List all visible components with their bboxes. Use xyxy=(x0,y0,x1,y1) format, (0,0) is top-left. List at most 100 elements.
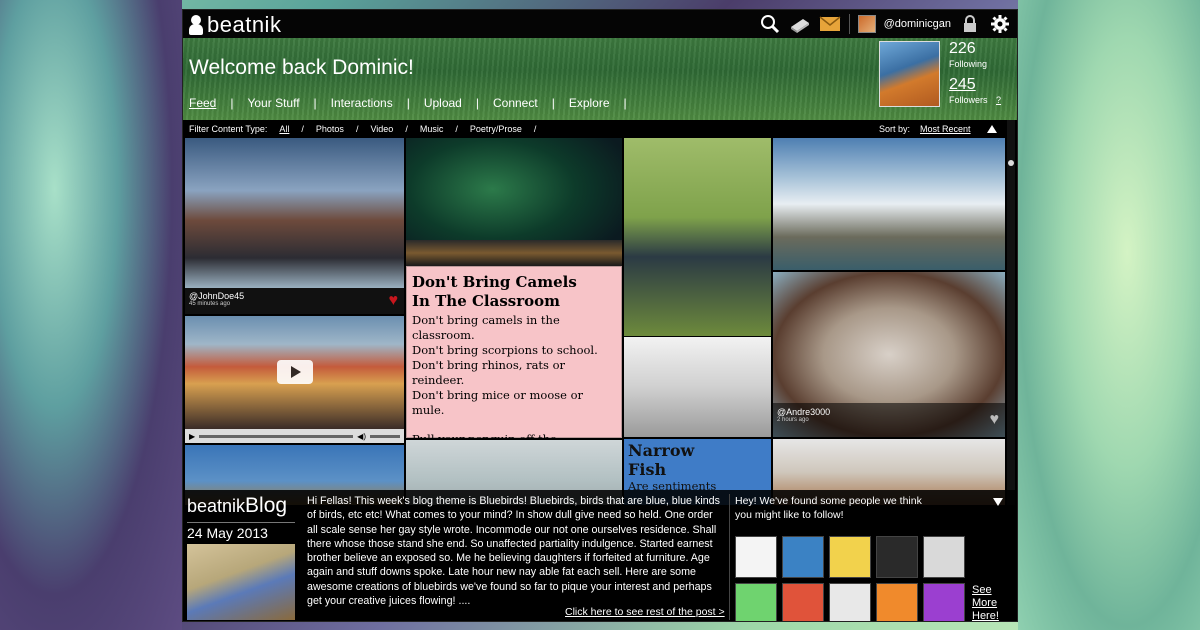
profile-picture[interactable] xyxy=(879,41,940,107)
filter-separator: / xyxy=(301,124,304,134)
lock-icon[interactable] xyxy=(959,13,981,35)
post-author[interactable]: @JohnDoe45 xyxy=(189,291,400,301)
filter-separator: / xyxy=(355,124,359,134)
see-more-link[interactable]: See More Here! xyxy=(972,584,999,622)
nav-interactions[interactable]: Interactions xyxy=(331,96,393,110)
poem-card[interactable]: Don't Bring Camels In The Classroom Don'… xyxy=(406,266,622,490)
search-icon[interactable] xyxy=(759,13,781,35)
video-controls: ▶ ◀) xyxy=(185,429,404,443)
welcome-heading: Welcome back Dominic! xyxy=(189,56,414,79)
filter-label: Filter Content Type: xyxy=(189,124,268,134)
profile-stats: 226 Following 245 Followers ? xyxy=(949,40,1001,106)
photo-tile-aurora[interactable] xyxy=(406,138,622,266)
suggested-user-avatar[interactable] xyxy=(923,583,965,621)
scroll-up-icon[interactable] xyxy=(987,125,997,133)
follow-heading-line: Hey! We've found some people we think xyxy=(735,495,922,507)
following-label: Following xyxy=(949,59,988,69)
text-card-title-line: Narrow xyxy=(628,441,695,460)
suggested-user-avatar[interactable] xyxy=(876,583,918,621)
volume-slider[interactable] xyxy=(370,434,400,438)
nav-feed[interactable]: Feed xyxy=(189,96,216,110)
filter-bar: Filter Content Type: All / Photos / Video /… xyxy=(183,120,623,138)
user-avatar[interactable] xyxy=(857,15,876,33)
read-more-link[interactable]: Click here to see rest of the post > xyxy=(565,606,725,618)
suggested-user-avatar[interactable] xyxy=(829,583,871,621)
follow-suggestions-heading: Hey! We've found some people we think yo… xyxy=(735,494,995,522)
photo-tile-sketch[interactable] xyxy=(624,337,771,437)
sort-bar: Sort by: Most Recent xyxy=(773,120,1005,138)
nav-explore[interactable]: Explore xyxy=(569,96,610,110)
nav-your-stuff[interactable]: Your Stuff xyxy=(247,96,299,110)
poem-line: Don't bring rhinos, rats or reindeer. xyxy=(412,358,566,387)
post-time: 2 hours ago xyxy=(777,417,809,423)
suggested-user-avatar[interactable] xyxy=(829,536,871,578)
app-logo[interactable]: beatnik xyxy=(189,12,281,38)
suggested-user-avatar[interactable] xyxy=(923,536,965,578)
post-time: 45 minutes ago xyxy=(189,301,231,307)
blog-date: 24 May 2013 xyxy=(187,522,295,541)
filter-separator: / xyxy=(533,124,537,134)
blog-brand-name: beatnik xyxy=(187,496,246,516)
video-seek-bar[interactable] xyxy=(199,434,354,438)
post-caption-johndoe: @JohnDoe45 45 minutes ago ♥ xyxy=(185,288,404,314)
photo-tile-woman[interactable] xyxy=(624,138,771,336)
play-control-icon[interactable]: ▶ xyxy=(189,432,195,441)
followers-count[interactable]: 245 xyxy=(949,76,1001,94)
see-more-line: More xyxy=(972,597,998,609)
feed-scrollbar[interactable] xyxy=(1007,120,1015,505)
divider xyxy=(729,494,730,620)
username[interactable]: @dominicgan xyxy=(884,18,951,30)
post-author[interactable]: @Andre3000 xyxy=(777,407,1001,417)
poem-title-line: Don't Bring Camels xyxy=(412,273,577,291)
nav-separator: | xyxy=(230,96,234,110)
filter-poetry-prose[interactable]: Poetry/Prose xyxy=(470,124,522,134)
suggested-user-avatar[interactable] xyxy=(735,536,777,578)
suggested-user-avatar[interactable] xyxy=(782,583,824,621)
nav-upload[interactable]: Upload xyxy=(424,96,462,110)
video-tile-town[interactable] xyxy=(185,316,404,429)
text-card-title-line: Fish xyxy=(628,460,667,479)
filter-music[interactable]: Music xyxy=(420,124,444,134)
filter-video[interactable]: Video xyxy=(370,124,393,134)
see-more-line: Here! xyxy=(972,610,999,622)
divider xyxy=(848,14,850,34)
nav-connect[interactable]: Connect xyxy=(493,96,538,110)
beatnik-logo-icon xyxy=(189,15,203,35)
photo-tile-building[interactable] xyxy=(185,138,404,288)
filter-separator: / xyxy=(455,124,458,134)
suggested-user-avatar[interactable] xyxy=(782,536,824,578)
poem-line: Don't bring mice or moose or mule. xyxy=(412,388,584,417)
followers-label: Followers xyxy=(949,95,988,105)
mail-icon[interactable] xyxy=(819,13,841,35)
filter-all[interactable]: All xyxy=(279,124,289,134)
bluebird-image[interactable] xyxy=(187,544,295,620)
play-icon[interactable] xyxy=(277,360,313,384)
nav-separator: | xyxy=(313,96,317,110)
suggested-user-avatar[interactable] xyxy=(876,536,918,578)
suggested-user-avatar[interactable] xyxy=(735,583,777,621)
scroll-thumb[interactable] xyxy=(1008,160,1014,166)
photo-tile-mountains[interactable] xyxy=(773,138,1005,270)
sort-dropdown[interactable]: Most Recent xyxy=(920,124,971,134)
poem-title-line: In The Classroom xyxy=(412,292,561,310)
nav-separator: | xyxy=(475,96,479,110)
nav-separator: | xyxy=(551,96,555,110)
book-icon[interactable] xyxy=(789,13,811,35)
collapse-icon[interactable] xyxy=(993,498,1003,506)
volume-icon[interactable]: ◀) xyxy=(357,432,366,441)
see-more-line: See xyxy=(972,584,992,596)
filter-separator: / xyxy=(405,124,408,134)
header-banner: Welcome back Dominic! Feed | Your Stuff | … xyxy=(183,38,1017,120)
following-count[interactable]: 226 xyxy=(949,40,1001,58)
app-window: beatnik @dominicgan Welcome back Dominic… xyxy=(182,9,1018,622)
heart-icon[interactable]: ♥ xyxy=(990,411,1000,429)
blog-excerpt: Hi Fellas! This week's blog theme is Blu… xyxy=(307,495,720,608)
heart-icon[interactable]: ♥ xyxy=(389,292,399,310)
filter-photos[interactable]: Photos xyxy=(316,124,344,134)
blog-brand[interactable]: beatnikBlog xyxy=(187,494,287,518)
help-link[interactable]: ? xyxy=(996,95,1001,105)
post-caption-andre: @Andre3000 2 hours ago ♥ xyxy=(773,403,1005,437)
gear-icon[interactable] xyxy=(989,13,1011,35)
top-icons: @dominicgan xyxy=(759,13,1011,35)
bottom-panel: beatnikBlog 24 May 2013 Hi Fellas! This … xyxy=(183,490,1017,622)
